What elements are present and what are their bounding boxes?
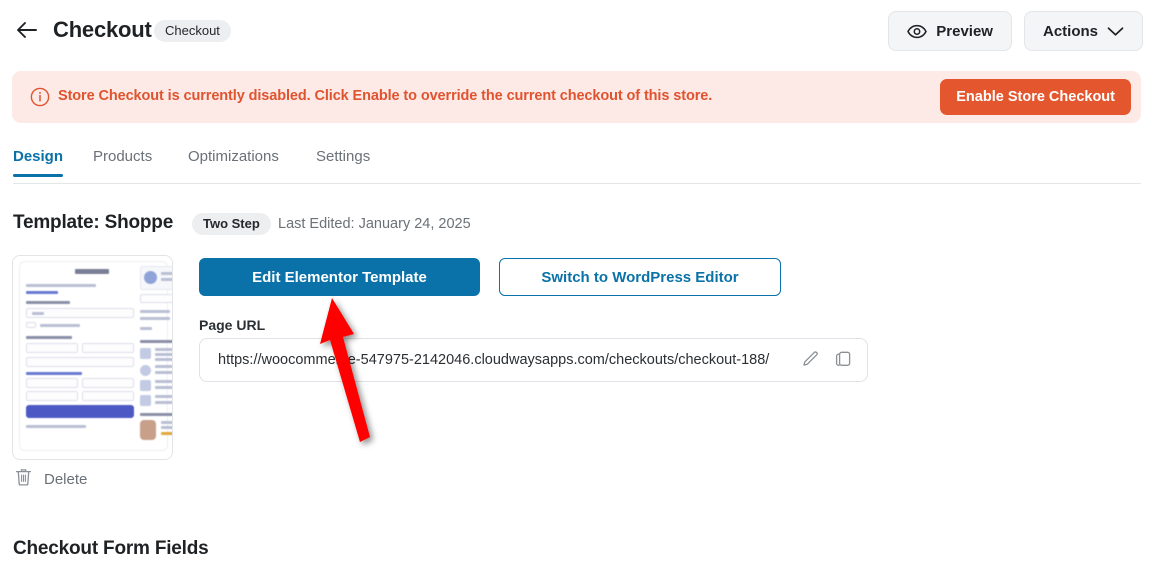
tab-settings[interactable]: Settings <box>316 148 370 177</box>
header-actions: Preview Actions <box>888 11 1143 51</box>
enable-store-checkout-button[interactable]: Enable Store Checkout <box>940 79 1131 115</box>
page-url-actions <box>801 350 853 374</box>
page-url-value: https://woocommerce-547975-2142046.cloud… <box>218 352 770 368</box>
copy-icon[interactable] <box>834 350 853 374</box>
tab-optimizations[interactable]: Optimizations <box>188 148 279 177</box>
actions-button[interactable]: Actions <box>1023 11 1143 51</box>
template-title: Template: Shoppe <box>13 212 174 233</box>
delete-label: Delete <box>44 471 88 488</box>
preview-button[interactable]: Preview <box>888 11 1012 51</box>
tab-design[interactable]: Design <box>13 148 64 177</box>
info-circle-icon <box>30 87 50 112</box>
page-url-label: Page URL <box>199 317 266 333</box>
page-title: Checkout <box>53 17 152 42</box>
tab-products[interactable]: Products <box>93 148 152 177</box>
delete-template-button[interactable]: Delete <box>14 467 87 492</box>
chevron-down-icon <box>1107 26 1124 37</box>
alert-message: Store Checkout is currently disabled. Cl… <box>58 88 713 104</box>
template-preview-thumbnail[interactable] <box>12 255 173 460</box>
page-title-pill: Checkout <box>154 20 231 42</box>
template-last-edited: Last Edited: January 24, 2025 <box>278 216 471 232</box>
tab-divider <box>13 183 1141 184</box>
checkout-form-fields-heading: Checkout Form Fields <box>13 538 209 559</box>
trash-icon <box>14 467 33 492</box>
edit-elementor-template-button[interactable]: Edit Elementor Template <box>199 258 480 296</box>
thumbnail-mockup <box>19 261 172 451</box>
actions-button-label: Actions <box>1042 22 1098 40</box>
eye-icon <box>907 24 928 39</box>
back-button[interactable] <box>12 17 42 45</box>
checkout-settings-page: Checkout Checkout Preview Actions Store … <box>0 0 1153 578</box>
pencil-icon[interactable] <box>801 350 820 374</box>
template-type-badge: Two Step <box>192 213 271 235</box>
page-url-field[interactable]: https://woocommerce-547975-2142046.cloud… <box>199 338 868 382</box>
thumbnail-order-summary <box>140 266 172 440</box>
page-header: Checkout Checkout Preview Actions <box>0 0 1153 62</box>
arrow-left-icon <box>15 20 39 43</box>
store-disabled-alert: Store Checkout is currently disabled. Cl… <box>12 71 1141 123</box>
tab-bar: Design Products Optimizations Settings <box>0 148 1153 184</box>
switch-to-wordpress-editor-button[interactable]: Switch to WordPress Editor <box>499 258 781 296</box>
preview-button-label: Preview <box>936 22 993 40</box>
